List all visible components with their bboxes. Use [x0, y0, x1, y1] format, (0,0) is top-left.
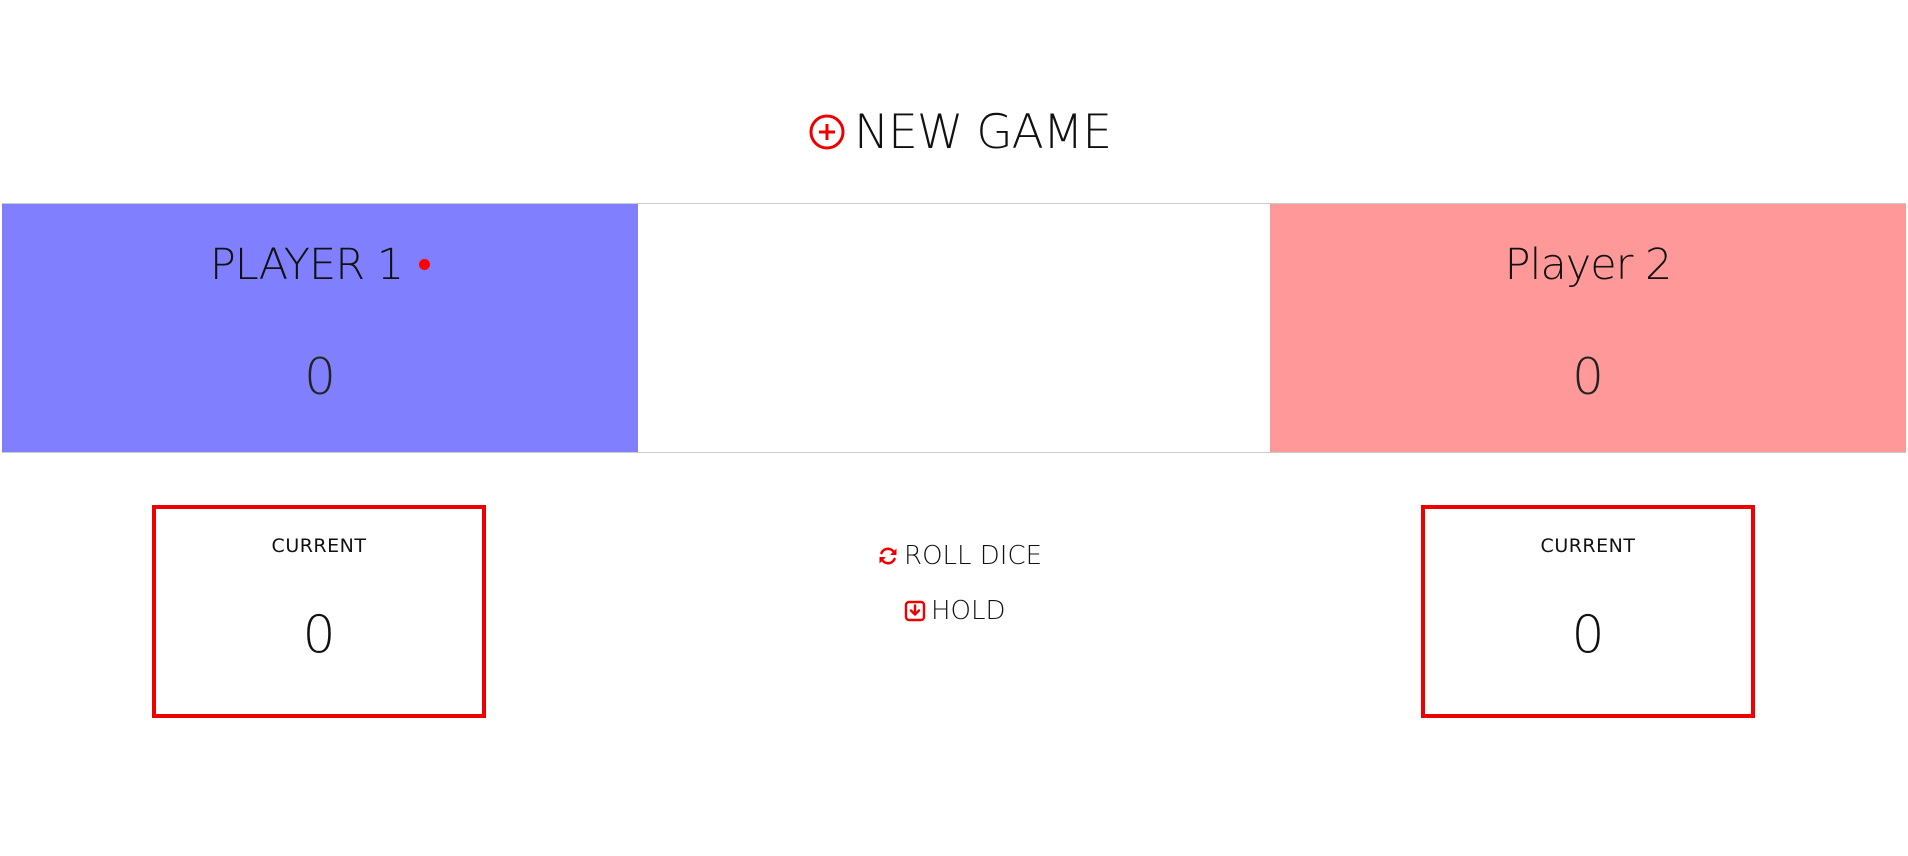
new-game-label: NEW GAME: [854, 104, 1112, 160]
download-square-icon: [904, 600, 926, 622]
player-2-current-label: CURRENT: [1540, 535, 1636, 557]
plus-circle-icon: [809, 114, 845, 150]
roll-dice-label: ROLL DICE: [904, 541, 1043, 571]
player-1-name: PLAYER 1: [209, 240, 404, 290]
player-2-name-row: Player 2: [1270, 240, 1906, 290]
player-2-current-box: CURRENT 0: [1421, 505, 1755, 718]
roll-dice-button[interactable]: ROLL DICE: [877, 538, 1042, 574]
player-1-current-label: CURRENT: [271, 535, 367, 557]
new-game-button[interactable]: NEW GAME: [808, 100, 1112, 164]
game-page: NEW GAME PLAYER 1 0 Player 2 0 CURRENT 0…: [0, 0, 1908, 856]
player-1-panel: PLAYER 1 0: [2, 204, 638, 452]
player-2-name: Player 2: [1504, 240, 1673, 290]
refresh-icon: [879, 547, 897, 565]
hold-button[interactable]: HOLD: [904, 594, 1006, 628]
player-1-current-score: 0: [302, 605, 336, 665]
player-2-current-score: 0: [1571, 605, 1605, 665]
player-1-current-box: CURRENT 0: [152, 505, 486, 718]
hold-label: HOLD: [931, 596, 1006, 626]
player-2-score: 0: [1572, 348, 1604, 406]
player-2-panel: Player 2 0: [1270, 204, 1906, 452]
player-1-name-row: PLAYER 1: [2, 240, 638, 290]
player-1-score: 0: [304, 348, 336, 406]
score-board: PLAYER 1 0 Player 2 0: [2, 203, 1906, 453]
active-player-indicator: [419, 259, 431, 270]
